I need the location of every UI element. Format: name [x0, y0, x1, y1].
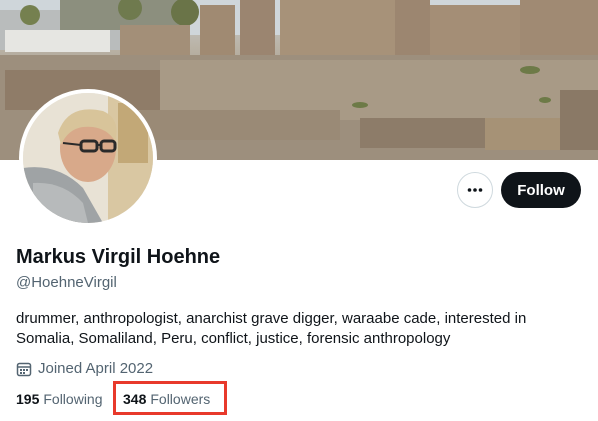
- bio-line: drummer, anthropologist, anarchist grave…: [16, 310, 527, 327]
- followers-count: 348: [123, 391, 147, 407]
- follow-button[interactable]: Follow: [501, 172, 581, 208]
- following-count: 195: [16, 391, 40, 407]
- joined-date: Joined April 2022: [16, 360, 153, 377]
- followers-label: Followers: [150, 391, 211, 407]
- followers-link[interactable]: 348 Followers: [123, 391, 210, 407]
- calendar-icon: [16, 361, 32, 377]
- following-label: Following: [43, 391, 103, 407]
- profile-bio: drummer, anthropologist, anarchist grave…: [16, 309, 576, 349]
- bio-line: Somalia, Somaliland, Peru, conflict, jus…: [16, 330, 451, 347]
- joined-label: Joined April 2022: [38, 360, 154, 377]
- profile-avatar[interactable]: [19, 89, 157, 227]
- more-horizontal-icon: [467, 188, 483, 192]
- more-options-button[interactable]: [457, 172, 493, 208]
- display-name: Markus Virgil Hoehne: [16, 246, 221, 268]
- user-handle: @HoehneVirgil: [16, 274, 117, 291]
- following-link[interactable]: 195 Following: [16, 391, 103, 407]
